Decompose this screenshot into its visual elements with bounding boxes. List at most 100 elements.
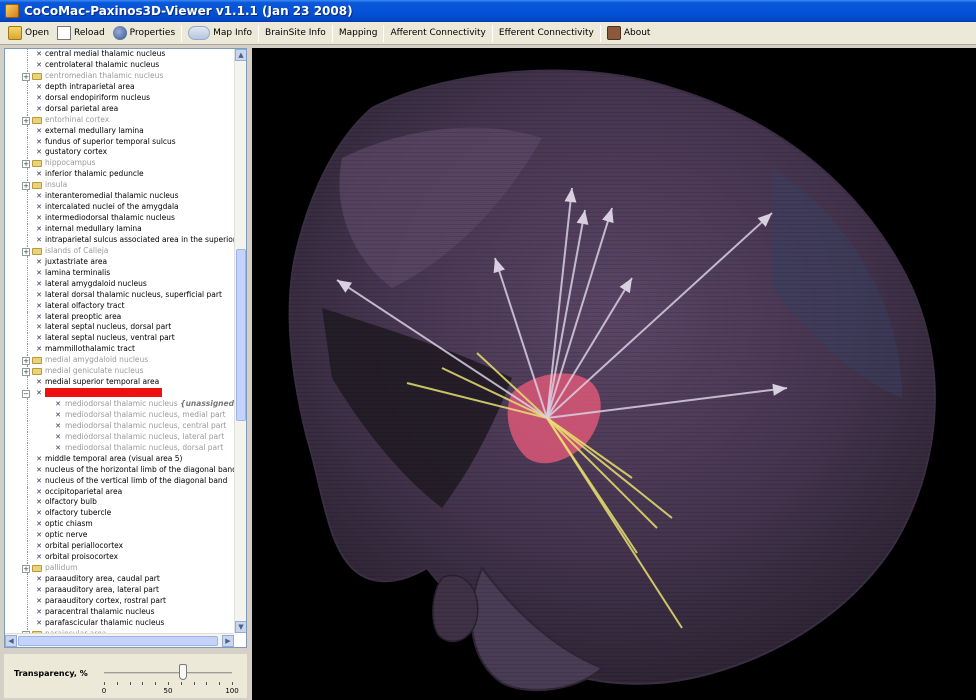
mapping-button[interactable]: Mapping xyxy=(335,24,382,43)
expand-icon[interactable]: + xyxy=(22,160,30,169)
tree-item[interactable]: ✕ lateral dorsal thalamic nucleus, superf… xyxy=(5,289,234,301)
tree-item[interactable]: ✕ inferior thalamic peduncle xyxy=(5,169,234,181)
tree-item-label: gustatory cortex xyxy=(45,147,108,157)
tree-item-selected[interactable]: − ✕ mediodorsal thalamic nucleus xyxy=(5,388,234,399)
tree-item[interactable]: ✕ lateral septal nucleus, ventral part xyxy=(5,333,234,345)
brain-area-icon: ✕ xyxy=(36,93,42,102)
slider-tick xyxy=(168,682,169,685)
tree-item[interactable]: ✕ optic chiasm xyxy=(5,519,234,531)
transparency-slider-track[interactable] xyxy=(104,672,232,674)
tree-subregion-item[interactable]: ✕ mediodorsal thalamic nucleus {unassigne… xyxy=(5,399,234,410)
afferent-connectivity-button[interactable]: Afferent Connectivity xyxy=(386,24,489,43)
tree-item[interactable]: ✕ parafascicular thalamic nucleus xyxy=(5,617,234,629)
tree-item[interactable]: ✕ centrolateral thalamic nucleus xyxy=(5,59,234,71)
brain-area-icon: ✕ xyxy=(36,454,42,463)
tree-group-item[interactable]: + centromedian thalamic nucleus xyxy=(5,70,234,82)
brain-area-icon: ✕ xyxy=(36,60,42,69)
brain-area-tree[interactable]: ✕ central medial thalamic nucleus ✕ centrol… xyxy=(5,49,234,633)
tree-group-item[interactable]: + medial geniculate nucleus xyxy=(5,366,234,378)
tree-horizontal-scrollbar[interactable]: ◀ ▶ xyxy=(5,633,234,647)
tree-subregion-item[interactable]: ✕ mediodorsal thalamic nucleus, medial pa… xyxy=(5,409,234,421)
tree-group-item[interactable]: + islands of Calleja xyxy=(5,245,234,257)
tree-subregion-item[interactable]: ✕ mediodorsal thalamic nucleus, central p… xyxy=(5,420,234,432)
tree-guide-line xyxy=(27,267,28,279)
tree-item[interactable]: ✕ depth intraparietal area xyxy=(5,81,234,93)
tree-item[interactable]: ✕ medial superior temporal area xyxy=(5,377,234,389)
tree-item[interactable]: ✕ juxtastriate area xyxy=(5,256,234,268)
tree-item[interactable]: ✕ lamina terminalis xyxy=(5,267,234,279)
tree-item[interactable]: ✕ nucleus of the horizontal limb of the d… xyxy=(5,464,234,476)
tree-item[interactable]: ✕ nucleus of the vertical limb of the dia… xyxy=(5,475,234,487)
tree-group-item[interactable]: + pallidum xyxy=(5,563,234,574)
efferent-connectivity-button[interactable]: Efferent Connectivity xyxy=(495,24,598,43)
tree-item[interactable]: ✕ internal medullary lamina xyxy=(5,224,234,235)
expand-icon[interactable]: + xyxy=(22,116,30,125)
scroll-right-arrow-icon[interactable]: ▶ xyxy=(222,635,234,647)
brain-3d-render[interactable] xyxy=(252,48,976,700)
tree-group-item[interactable]: + entorhinal cortex xyxy=(5,114,234,126)
expand-icon[interactable]: + xyxy=(22,357,30,366)
tree-item[interactable]: ✕ orbital periallocortex xyxy=(5,541,234,553)
brainsite-info-button[interactable]: BrainSite Info xyxy=(261,24,330,43)
tree-item[interactable]: ✕ olfactory tubercle xyxy=(5,508,234,520)
tree-item[interactable]: ✕ middle temporal area (visual area 5) xyxy=(5,453,234,465)
transparency-slider-thumb[interactable] xyxy=(179,664,188,680)
tree-item[interactable]: ✕ intraparietal sulcus associated area in… xyxy=(5,234,234,246)
expand-icon[interactable]: + xyxy=(22,368,30,377)
tree-item-label: mediodorsal thalamic nucleus, dorsal par… xyxy=(65,442,224,452)
properties-button[interactable]: Properties xyxy=(109,24,179,43)
tree-item[interactable]: ✕ intermediodorsal thalamic nucleus xyxy=(5,213,234,224)
tree-item[interactable]: ✕ optic nerve xyxy=(5,530,234,542)
tree-item[interactable]: ✕ gustatory cortex xyxy=(5,147,234,159)
tree-item[interactable]: ✕ paraauditory area, caudal part xyxy=(5,574,234,585)
tree-item[interactable]: ✕ occipitoparietal area xyxy=(5,486,234,498)
tree-item-label: inferior thalamic peduncle xyxy=(45,169,144,179)
tree-vertical-scrollbar[interactable]: ▲ ▼ xyxy=(234,49,246,633)
tree-item[interactable]: ✕ orbital proisocortex xyxy=(5,552,234,564)
tree-item[interactable]: ✕ intercalated nuclei of the amygdala xyxy=(5,202,234,214)
tree-group-item[interactable]: + insula xyxy=(5,180,234,192)
expand-icon[interactable]: + xyxy=(22,182,30,191)
tree-item[interactable]: ✕ mammillothalamic tract xyxy=(5,344,234,356)
tree-subregion-item[interactable]: ✕ mediodorsal thalamic nucleus, dorsal pa… xyxy=(5,442,234,454)
brain-area-icon: ✕ xyxy=(36,301,42,310)
expand-icon[interactable]: + xyxy=(22,565,30,574)
app-icon xyxy=(5,4,19,18)
about-button[interactable]: About xyxy=(603,24,655,43)
tree-item-label: optic nerve xyxy=(45,530,88,540)
tree-item[interactable]: ✕ fundus of superior temporal sulcus xyxy=(5,136,234,148)
tree-item[interactable]: ✕ lateral preoptic area xyxy=(5,311,234,323)
scroll-down-arrow-icon[interactable]: ▼ xyxy=(235,621,246,633)
tree-item[interactable]: ✕ external medullary lamina xyxy=(5,125,234,137)
tree-item[interactable]: ✕ olfactory bulb xyxy=(5,497,234,509)
reload-button[interactable]: Reload xyxy=(53,24,109,43)
tree-item[interactable]: ✕ lateral amygdaloid nucleus xyxy=(5,278,234,290)
scroll-left-arrow-icon[interactable]: ◀ xyxy=(5,635,17,647)
tree-item[interactable]: ✕ interanteromedial thalamic nucleus xyxy=(5,191,234,203)
tree-item[interactable]: ✕ paraauditory area, lateral part xyxy=(5,584,234,596)
brain-area-icon: ✕ xyxy=(36,607,42,616)
tree-item[interactable]: ✕ dorsal endopiriform nucleus xyxy=(5,92,234,104)
scroll-up-arrow-icon[interactable]: ▲ xyxy=(235,49,246,61)
tree-item[interactable]: ✕ lateral septal nucleus, dorsal part xyxy=(5,322,234,334)
tree-guide-line xyxy=(27,333,28,345)
map-info-button[interactable]: Map Info xyxy=(184,24,256,43)
expand-icon[interactable]: + xyxy=(22,247,30,256)
open-button[interactable]: Open xyxy=(4,24,53,43)
tree-group-item[interactable]: + medial amygdaloid nucleus xyxy=(5,355,234,367)
tree-item[interactable]: ✕ dorsal parietal area xyxy=(5,103,234,115)
tree-item[interactable]: ✕ lateral olfactory tract xyxy=(5,300,234,312)
tree-group-item[interactable]: + hippocampus xyxy=(5,158,234,170)
brain-3d-viewport[interactable] xyxy=(252,48,976,700)
vertical-scroll-thumb[interactable] xyxy=(236,249,246,421)
tree-subregion-item[interactable]: ✕ mediodorsal thalamic nucleus, lateral p… xyxy=(5,431,234,443)
title-bar[interactable]: CoCoMac-Paxinos3D-Viewer v1.1.1 (Jan 23 … xyxy=(0,0,976,22)
tree-item[interactable]: ✕ central medial thalamic nucleus xyxy=(5,49,234,60)
horizontal-scroll-thumb[interactable] xyxy=(18,636,218,646)
expand-icon[interactable]: + xyxy=(22,72,30,81)
collapse-icon[interactable]: − xyxy=(22,390,30,399)
slider-tick xyxy=(155,682,157,685)
tree-item[interactable]: ✕ paracentral thalamic nucleus xyxy=(5,606,234,618)
tree-item[interactable]: ✕ paraauditory cortex, rostral part xyxy=(5,595,234,607)
brain-area-icon: ✕ xyxy=(36,170,42,179)
